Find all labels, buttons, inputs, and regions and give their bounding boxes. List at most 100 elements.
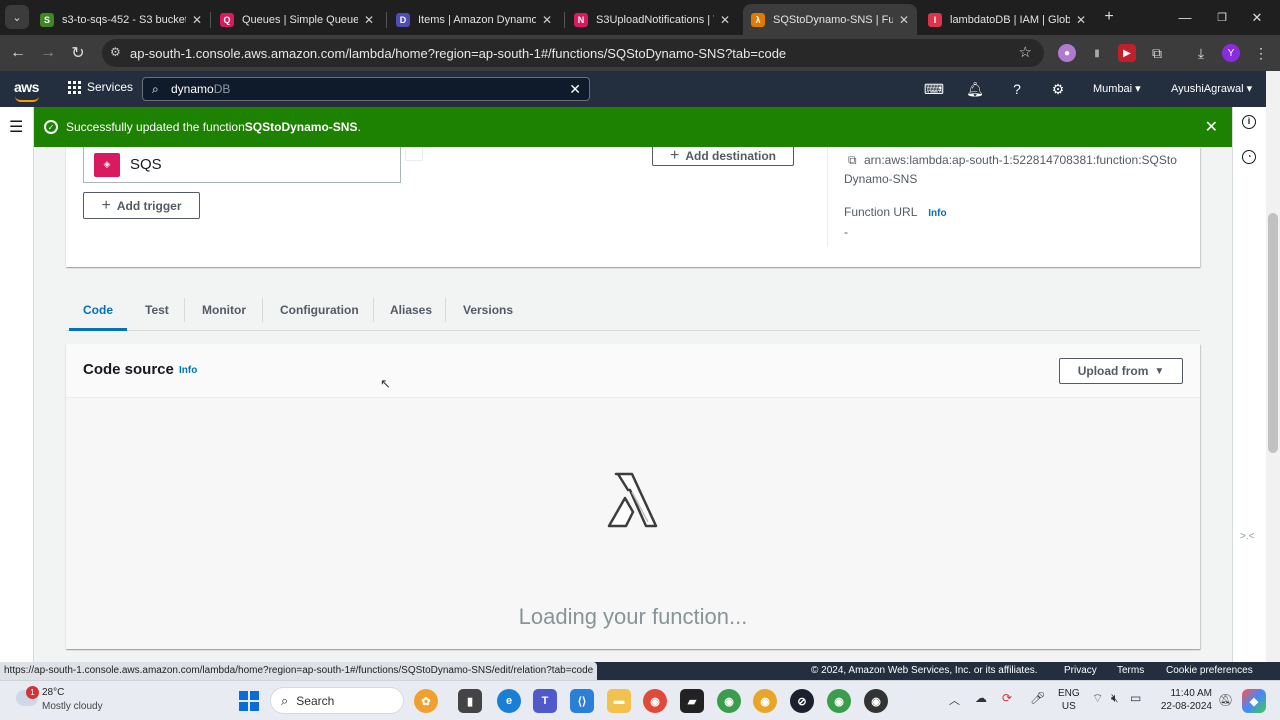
aws-console-nav: aws Services ⌕ dynamo DB ✕ ⌨ 🔔︎ ? ⚙ Mumba… (0, 71, 1280, 107)
onedrive-icon[interactable]: ☁ (975, 691, 987, 705)
upload-from-button[interactable]: Upload from ▼ (1059, 358, 1183, 384)
extension-icon[interactable]: ● (1058, 44, 1076, 62)
reload-icon[interactable]: ↻ (66, 41, 90, 65)
language-indicator[interactable]: ENG US (1058, 687, 1080, 713)
account-menu[interactable]: AyushiAgrawal ▾ (1171, 82, 1252, 95)
tab-test[interactable]: Test (145, 290, 169, 330)
chrome-icon[interactable]: ◉ (753, 689, 777, 713)
lambda-favicon: λ (751, 12, 765, 27)
function-url-info-link[interactable]: Info (928, 208, 946, 219)
left-side-rail: ☰ (0, 107, 34, 662)
vscode-icon[interactable]: ⟨⟩ (570, 689, 594, 713)
tab-search-button[interactable]: ⌄ (5, 5, 29, 29)
notification-bell-icon[interactable]: 🔕︎ (1218, 693, 1233, 707)
plus-icon: + (101, 196, 111, 214)
new-tab-button[interactable]: + (1097, 5, 1121, 29)
copyright-text: © 2024, Amazon Web Services, Inc. or its… (811, 665, 1038, 676)
extension-icon[interactable]: ▮ (1088, 44, 1106, 62)
add-destination-button[interactable]: + Add destination (652, 147, 794, 166)
scrollbar-thumb[interactable] (1268, 213, 1278, 453)
chrome-profile-icon[interactable]: ◉ (717, 689, 741, 713)
help-icon[interactable]: ? (1007, 79, 1027, 99)
download-icon[interactable]: ⤓ (1192, 44, 1210, 62)
right-side-rail: i ◔ >.< (1232, 107, 1266, 662)
mouse-cursor-icon: ↖ (380, 376, 391, 391)
function-url-value: - (844, 225, 848, 239)
edge-browser-icon[interactable]: e (497, 689, 521, 713)
tray-overflow-icon[interactable]: ︿ (949, 692, 960, 708)
close-tab-icon[interactable]: ✕ (364, 13, 374, 27)
clear-search-icon[interactable]: ✕ (569, 81, 581, 98)
tab-aliases[interactable]: Aliases (390, 290, 432, 330)
trigger-sqs[interactable]: ◈ SQS (83, 147, 401, 183)
status-bar-url: https://ap-south-1.console.aws.amazon.co… (0, 662, 598, 680)
tab-monitor[interactable]: Monitor (202, 290, 246, 330)
info-panel-icon[interactable]: i (1242, 115, 1256, 129)
function-arn: ⧉ arn:aws:lambda:ap-south-1:522814708381:… (844, 151, 1177, 186)
terms-link[interactable]: Terms (1117, 665, 1144, 676)
tray-app-icon[interactable]: ⟳ (1002, 691, 1012, 705)
copilot-icon[interactable]: ◆ (1242, 689, 1266, 713)
profile-avatar[interactable]: Y (1222, 44, 1240, 62)
tab-configuration[interactable]: Configuration (280, 290, 359, 330)
browser-tab-iam[interactable]: I lambdatoDB | IAM | Global ✕ (920, 4, 1094, 35)
close-tab-icon[interactable]: ✕ (899, 13, 909, 27)
windows-start-icon[interactable] (237, 689, 261, 713)
add-trigger-button[interactable]: + Add trigger (83, 192, 200, 219)
dismiss-flash-icon[interactable]: ✕ (1205, 117, 1218, 137)
tab-code[interactable]: Code (69, 290, 127, 331)
window-close-icon[interactable]: ✕ (1234, 0, 1280, 35)
microphone-icon[interactable]: 🎤︎ (1030, 691, 1045, 705)
chrome-profile-icon[interactable]: ◉ (827, 689, 851, 713)
address-bar[interactable]: ⚙ ap-south-1.console.aws.amazon.com/lamb… (102, 39, 1044, 67)
sqs-icon: ◈ (94, 152, 120, 177)
browser-tab-dynamodb[interactable]: D Items | Amazon DynamoDb ✕ (388, 4, 560, 35)
taskbar-search-box[interactable]: ⌕ Search (270, 687, 404, 714)
app-icon[interactable]: ◉ (864, 689, 888, 713)
region-selector[interactable]: Mumbai ▾ (1093, 82, 1141, 95)
aws-search-input[interactable]: ⌕ dynamo DB ✕ (142, 77, 590, 101)
browser-tab-sns[interactable]: N S3UploadNotifications | To ✕ (566, 4, 738, 35)
flash-function-name: SQStoDynamo-SNS (244, 120, 358, 134)
forward-icon[interactable]: → (36, 41, 60, 65)
extensions-puzzle-icon[interactable]: ⧉ (1148, 44, 1166, 62)
menu-kebab-icon[interactable]: ⋮ (1252, 44, 1270, 62)
speaker-muted-icon[interactable]: 🔇︎ (1111, 691, 1119, 706)
back-icon[interactable]: ← (6, 41, 30, 65)
site-info-icon[interactable]: ⚙ (110, 45, 121, 59)
extension-icon[interactable]: ▶ (1118, 44, 1136, 62)
close-tab-icon[interactable]: ✕ (192, 13, 202, 27)
file-explorer-icon[interactable]: ▬ (607, 689, 631, 713)
function-url-label: Function URL Info (844, 205, 947, 219)
settings-gear-icon[interactable]: ⚙ (1048, 79, 1068, 99)
close-tab-icon[interactable]: ✕ (542, 13, 552, 27)
collapse-panel-icon[interactable]: >.< (1240, 531, 1254, 542)
close-tab-icon[interactable]: ✕ (1076, 13, 1086, 27)
system-clock[interactable]: 11:40 AM 22-08-2024 (1160, 687, 1212, 713)
browser-tab-s3[interactable]: S s3-to-sqs-452 - S3 bucket ✕ (32, 4, 210, 35)
battery-icon[interactable]: ▭ (1130, 691, 1141, 705)
task-view-icon[interactable]: ▮ (458, 689, 482, 713)
aws-logo[interactable]: aws (14, 79, 39, 102)
tab-versions[interactable]: Versions (463, 290, 513, 330)
notifications-bell-icon[interactable]: 🔔︎ (965, 79, 985, 99)
sticky-notes-icon[interactable]: ▰ (680, 689, 704, 713)
code-source-info-link[interactable]: Info (179, 365, 197, 376)
cloudshell-icon[interactable]: ⌨ (924, 79, 944, 99)
bookmark-star-icon[interactable]: ☆ (1019, 43, 1032, 61)
teams-icon[interactable]: T (533, 689, 557, 713)
cookie-preferences-link[interactable]: Cookie preferences (1166, 665, 1253, 676)
wifi-icon[interactable]: ⌔ (1092, 691, 1103, 706)
browser-tab-sqs[interactable]: Q Queues | Simple Queue Se ✕ (212, 4, 382, 35)
close-tab-icon[interactable]: ✕ (720, 13, 730, 27)
search-highlight-icon[interactable]: ✿ (414, 689, 438, 713)
privacy-link[interactable]: Privacy (1064, 665, 1097, 676)
copy-icon[interactable]: ⧉ (848, 151, 864, 170)
hamburger-menu-icon[interactable]: ☰ (9, 117, 23, 137)
feedback-icon[interactable]: ◔ (1242, 150, 1256, 164)
services-menu-button[interactable]: Services (68, 80, 133, 94)
app-icon[interactable]: ⊘ (790, 689, 814, 713)
dynamodb-favicon: D (396, 12, 410, 27)
chrome-icon[interactable]: ◉ (643, 689, 667, 713)
browser-tab-lambda-active[interactable]: λ SQStoDynamo-SNS | Funct ✕ (743, 4, 917, 35)
